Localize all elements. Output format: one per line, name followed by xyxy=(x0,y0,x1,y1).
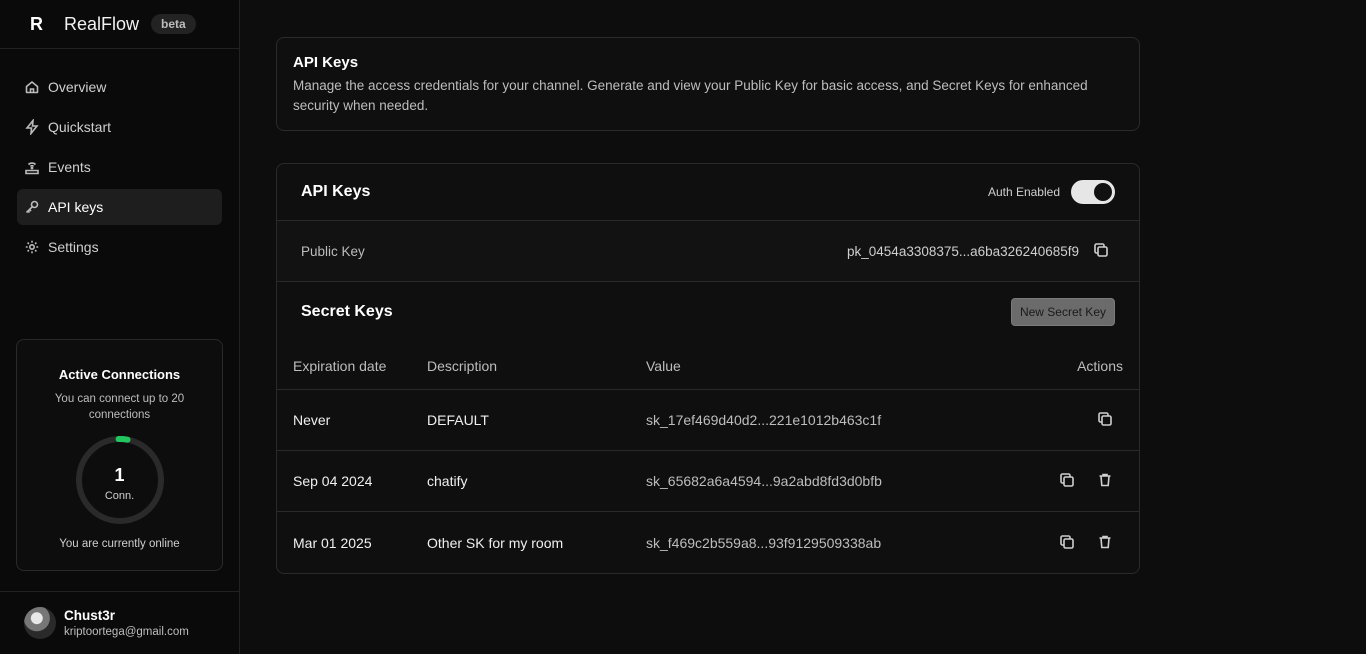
user-profile[interactable]: Chust3r kriptoortega@gmail.com xyxy=(0,591,239,654)
secret-keys-table-header: Expiration date Description Value Action… xyxy=(277,342,1139,390)
trash-icon[interactable] xyxy=(1097,472,1115,490)
sidebar-item-label: Settings xyxy=(48,239,99,255)
sidebar-item-settings[interactable]: Settings xyxy=(17,229,222,265)
home-icon xyxy=(24,79,40,95)
sidebar-item-events[interactable]: Events xyxy=(17,149,222,185)
gear-icon xyxy=(24,239,40,255)
toggle-knob xyxy=(1094,183,1112,201)
description-cell: DEFAULT xyxy=(427,412,489,428)
connections-gauge: 1 Conn. xyxy=(74,434,166,526)
active-connections-card: Active Connections You can connect up to… xyxy=(16,339,223,571)
auth-toggle[interactable] xyxy=(1071,180,1115,204)
sidebar: R RealFlow beta Overview Quickstart Even… xyxy=(0,0,240,654)
brand-logo[interactable]: R xyxy=(30,14,64,35)
api-keys-title: API Keys xyxy=(301,183,371,200)
table-row: Never DEFAULT sk_17ef469d40d2...221e1012… xyxy=(277,390,1139,451)
avatar xyxy=(24,607,56,639)
public-key-value: pk_0454a3308375...a6ba326240685f9 xyxy=(847,243,1079,259)
table-row: Sep 04 2024 chatify sk_65682a6a4594...9a… xyxy=(277,451,1139,512)
user-name: Chust3r xyxy=(64,608,116,623)
connections-count: 1 xyxy=(114,465,125,485)
column-header-value: Value xyxy=(646,357,681,374)
table-row: Mar 01 2025 Other SK for my room sk_f469… xyxy=(277,512,1139,573)
actions-cell xyxy=(976,472,1139,490)
new-secret-key-button[interactable]: New Secret Key xyxy=(1010,298,1115,326)
expiration-cell: Sep 04 2024 xyxy=(293,473,373,489)
value-cell: sk_65682a6a4594...9a2abd8fd3d0bfb xyxy=(646,473,882,489)
public-key-row: Public Key pk_0454a3308375...a6ba3262406… xyxy=(277,221,1139,282)
column-header-expiration: Expiration date xyxy=(293,357,387,374)
page-title: API Keys xyxy=(293,54,359,71)
column-header-actions: Actions xyxy=(1077,357,1123,374)
sidebar-item-label: Quickstart xyxy=(48,119,112,135)
sidebar-item-label: Events xyxy=(48,159,91,175)
copy-icon[interactable] xyxy=(1059,534,1077,552)
value-cell: sk_17ef469d40d2...221e1012b463c1f xyxy=(646,412,882,428)
public-key-label: Public Key xyxy=(301,243,365,259)
expiration-cell: Never xyxy=(293,412,331,428)
column-header-description: Description xyxy=(427,357,498,374)
description-cell: chatify xyxy=(427,473,468,489)
sidebar-nav: Overview Quickstart Events API keys Sett… xyxy=(0,49,239,265)
auth-label: Auth Enabled xyxy=(987,185,1060,199)
expiration-cell: Mar 01 2025 xyxy=(293,534,372,551)
brand-name[interactable]: RealFlow xyxy=(64,14,139,35)
api-keys-header: API Keys Auth Enabled xyxy=(277,164,1139,221)
active-connections-subtitle: You can connect up to 20 connections xyxy=(54,393,185,421)
api-keys-info-card: API Keys Manage the access credentials f… xyxy=(276,37,1140,131)
copy-icon[interactable] xyxy=(1097,411,1115,429)
auth-control: Auth Enabled xyxy=(988,180,1115,204)
api-keys-card: API Keys Auth Enabled Public Key pk_0454… xyxy=(276,163,1140,574)
user-email: kriptoortega@gmail.com xyxy=(64,626,189,638)
sidebar-item-label: Overview xyxy=(48,79,107,95)
secret-keys-header: Secret Keys New Secret Key xyxy=(277,282,1139,342)
beta-badge: beta xyxy=(151,14,196,34)
online-status: You are currently online xyxy=(59,538,180,550)
sidebar-item-api-keys[interactable]: API keys xyxy=(17,189,222,225)
sidebar-item-overview[interactable]: Overview xyxy=(17,69,222,105)
connections-unit: Conn. xyxy=(104,490,135,502)
copy-icon[interactable] xyxy=(1059,472,1077,490)
value-cell: sk_f469c2b559a8...93f9129509338ab xyxy=(646,534,882,551)
broadcast-icon xyxy=(24,159,40,175)
secret-keys-title: Secret Keys xyxy=(301,303,393,320)
key-icon xyxy=(24,199,40,215)
description-cell: Other SK for my room xyxy=(427,534,564,551)
brand: R RealFlow beta xyxy=(0,0,239,49)
trash-icon[interactable] xyxy=(1097,534,1115,552)
actions-cell xyxy=(976,411,1139,429)
actions-cell xyxy=(976,534,1139,552)
copy-icon[interactable] xyxy=(1093,242,1111,260)
active-connections-title: Active Connections xyxy=(58,367,181,382)
bolt-icon xyxy=(24,119,40,135)
sidebar-item-label: API keys xyxy=(48,199,104,215)
sidebar-item-quickstart[interactable]: Quickstart xyxy=(17,109,222,145)
page-description: Manage the access credentials for your c… xyxy=(293,78,1088,113)
